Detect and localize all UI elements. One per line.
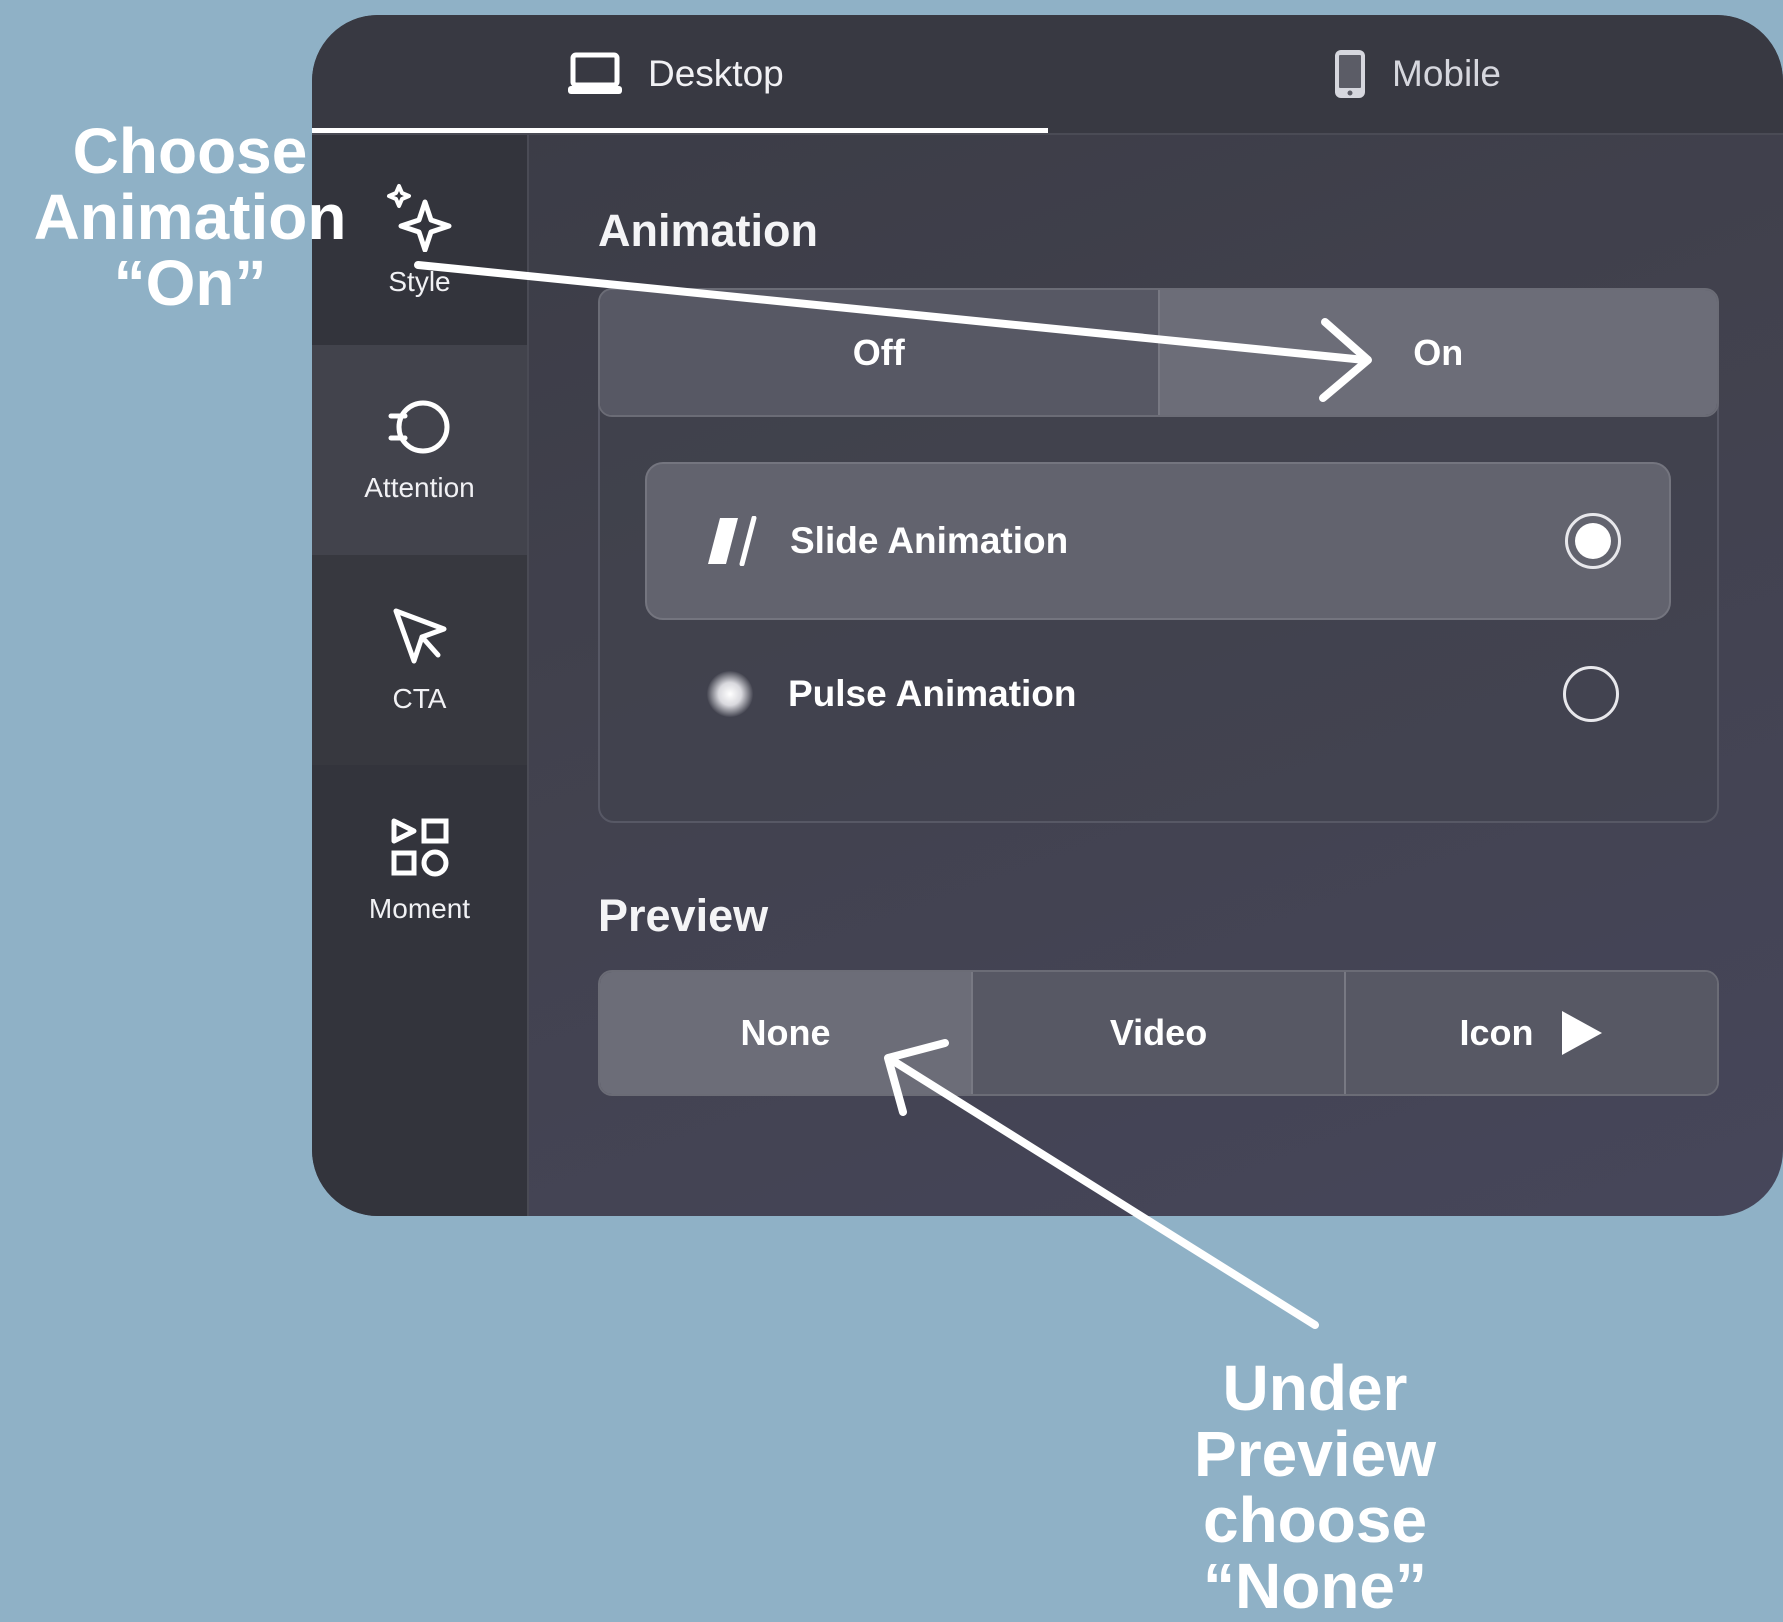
settings-panel: Desktop Mobile Style Attention CTA Momen… bbox=[312, 15, 1783, 1216]
animation-section-title: Animation bbox=[598, 205, 818, 256]
annotation-line: Choose bbox=[72, 115, 308, 187]
pulse-animation-option[interactable]: Pulse Animation bbox=[645, 617, 1667, 771]
annotation-line: Under bbox=[1222, 1352, 1408, 1424]
annotation-line: Animation bbox=[33, 181, 347, 253]
sidebar-item-label: Attention bbox=[364, 472, 475, 503]
preview-icon-label: Icon bbox=[1459, 1012, 1534, 1053]
preview-video-button[interactable]: Video bbox=[971, 972, 1344, 1094]
tab-desktop[interactable]: Desktop bbox=[566, 15, 784, 133]
slide-animation-radio[interactable] bbox=[1565, 513, 1621, 569]
slide-animation-option[interactable]: Slide Animation bbox=[645, 462, 1671, 620]
sidebar-item-label: Style bbox=[388, 266, 451, 297]
attention-icon bbox=[385, 396, 455, 458]
sidebar-item-attention[interactable]: Attention bbox=[312, 345, 527, 555]
phone-icon bbox=[1332, 48, 1368, 100]
play-icon bbox=[1558, 1009, 1604, 1057]
sidebar-item-cta[interactable]: CTA bbox=[312, 555, 527, 765]
annotation-line: choose bbox=[1202, 1484, 1428, 1556]
sidebar-item-moment[interactable]: Moment bbox=[312, 765, 527, 975]
laptop-icon bbox=[566, 52, 624, 96]
preview-icon-button[interactable]: Icon bbox=[1344, 972, 1717, 1094]
annotation-choose-none: Under Preview choose “None” bbox=[1150, 1355, 1480, 1619]
tab-desktop-label: Desktop bbox=[648, 53, 784, 94]
tab-mobile[interactable]: Mobile bbox=[1332, 15, 1501, 133]
annotation-line: “On” bbox=[113, 247, 267, 319]
preview-toggle: None Video Icon bbox=[598, 970, 1719, 1096]
preview-none-button[interactable]: None bbox=[600, 972, 971, 1094]
preview-section-title: Preview bbox=[598, 890, 769, 941]
slide-animation-label: Slide Animation bbox=[790, 520, 1069, 561]
animation-off-button[interactable]: Off bbox=[600, 290, 1158, 415]
sidebar-item-label: CTA bbox=[392, 683, 447, 714]
sidebar-item-label: Moment bbox=[368, 893, 471, 924]
slide-icon bbox=[702, 516, 762, 566]
annotation-line: Preview bbox=[1194, 1418, 1436, 1490]
pulse-animation-radio[interactable] bbox=[1563, 666, 1619, 722]
annotation-choose-on: Choose Animation “On” bbox=[30, 118, 350, 316]
tab-mobile-label: Mobile bbox=[1392, 53, 1501, 94]
pulse-animation-label: Pulse Animation bbox=[788, 673, 1077, 714]
cursor-icon bbox=[388, 605, 452, 669]
sparkle-icon bbox=[385, 182, 455, 252]
active-tab-indicator bbox=[312, 128, 1048, 133]
shapes-icon bbox=[388, 815, 452, 879]
animation-toggle: Off On bbox=[598, 288, 1719, 417]
annotation-line: “None” bbox=[1203, 1550, 1427, 1622]
device-tab-bar: Desktop Mobile bbox=[312, 15, 1783, 135]
pulse-icon bbox=[700, 671, 760, 717]
radio-selected-dot bbox=[1575, 523, 1611, 559]
animation-on-button[interactable]: On bbox=[1157, 290, 1717, 415]
